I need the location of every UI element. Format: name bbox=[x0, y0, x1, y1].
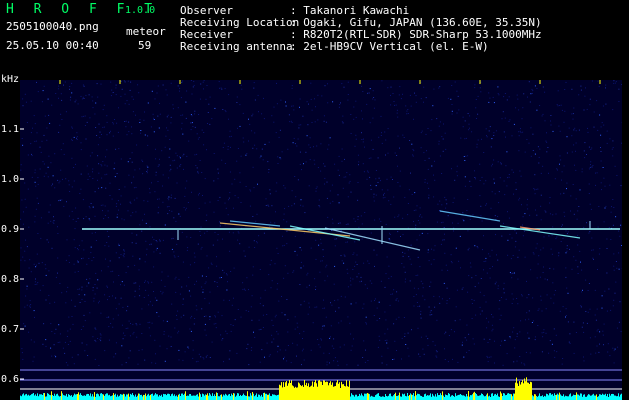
file-name: 2505100040.png bbox=[6, 20, 99, 33]
hrofft-window: H R O F F T 1.0.0 2505100040.png meteor … bbox=[0, 0, 629, 400]
y-tick-label: 0.7 bbox=[1, 324, 20, 335]
noise-speckle bbox=[20, 80, 622, 366]
waterfall-spectrogram bbox=[20, 80, 622, 400]
meteor-count: 59 bbox=[138, 39, 152, 52]
info-key-antenna: Receiving antenna bbox=[180, 40, 293, 53]
y-tick-label: 0.8 bbox=[1, 274, 20, 285]
app-version: 1.0.0 bbox=[125, 5, 156, 16]
meteor-echo bbox=[324, 227, 421, 251]
date-time: 25.05.10 00:40 bbox=[6, 39, 99, 52]
y-tick-label: 0.9 bbox=[1, 224, 20, 235]
meteor-label: meteor bbox=[126, 25, 166, 38]
info-value-antenna: : 2el-HB9CV Vertical (el. E-W) bbox=[290, 40, 489, 53]
y-tick-label: 1.1 bbox=[1, 124, 20, 135]
y-tick-label: 0.6 bbox=[1, 374, 20, 385]
spectrogram-canvas bbox=[20, 80, 622, 400]
y-tick-label: 1.0 bbox=[1, 174, 20, 185]
y-axis-unit: kHz bbox=[1, 74, 20, 85]
